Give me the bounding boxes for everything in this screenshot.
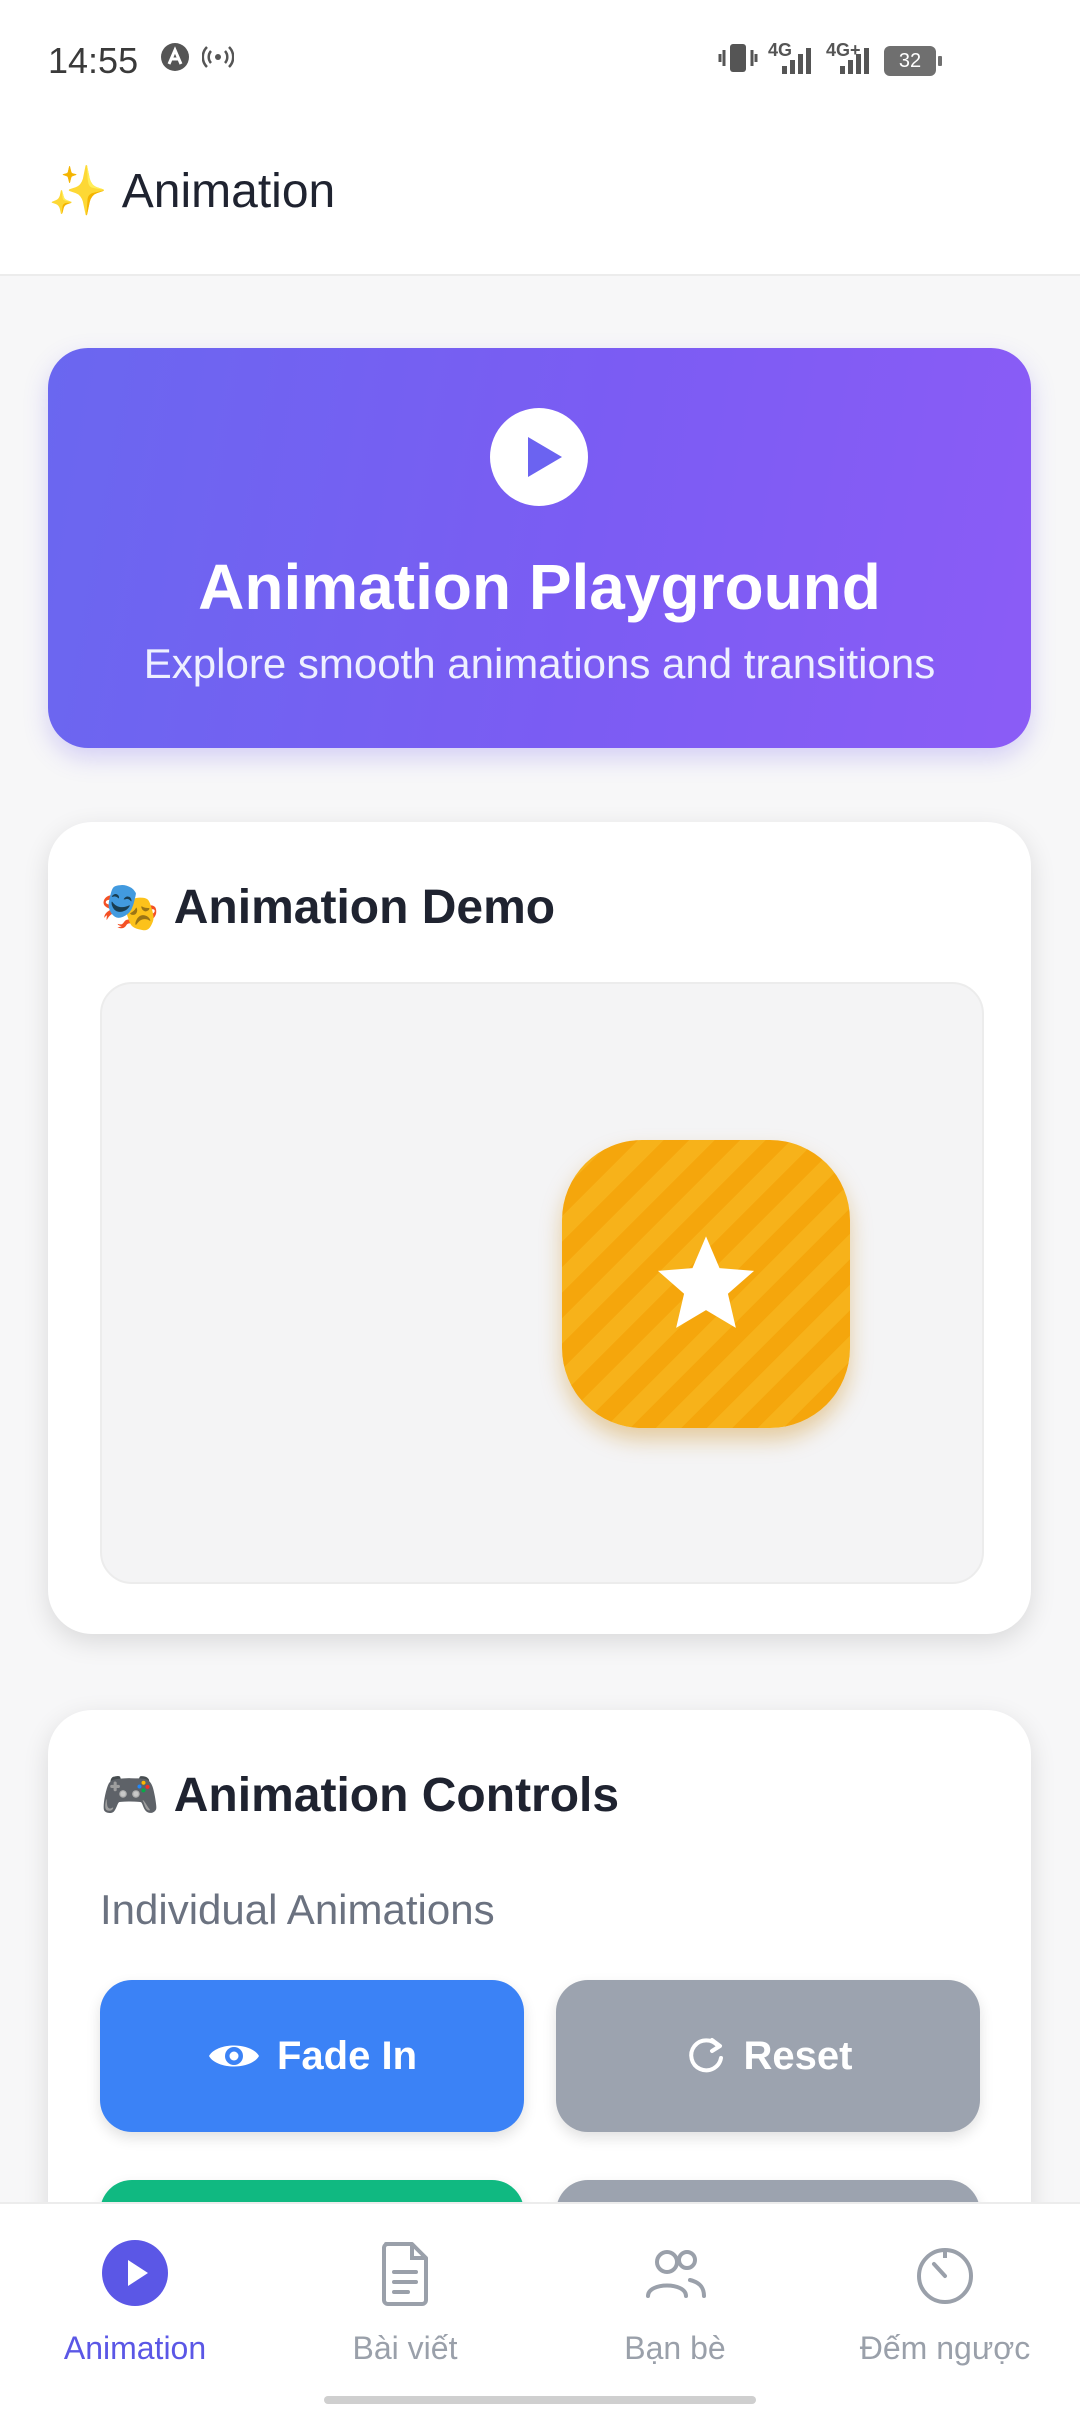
demo-stage: [100, 982, 984, 1584]
signal-2-label: 4G+: [826, 40, 861, 60]
nav-item-countdown[interactable]: Đếm ngược: [810, 2238, 1080, 2367]
nav-item-posts[interactable]: Bài viết: [270, 2238, 540, 2367]
friends-icon: [646, 2250, 706, 2298]
home-indicator[interactable]: [324, 2396, 756, 2404]
signal-2-icon: 4G+: [826, 40, 874, 84]
nav-label-countdown: Đếm ngược: [859, 2330, 1031, 2366]
status-time: 14:55: [48, 40, 139, 81]
app-bar: ✨ Animation: [0, 120, 1080, 276]
bottom-navigation: Animation Bài viết Bạn bè Đếm ngược: [0, 2202, 1080, 2410]
reset-button[interactable]: Reset: [556, 1980, 980, 2132]
hotspot-icon: [201, 42, 235, 80]
play-icon: [490, 408, 588, 506]
reset-label: Reset: [743, 2033, 853, 2078]
fade-in-button[interactable]: Fade In: [100, 1980, 524, 2132]
battery-icon: 32: [884, 46, 942, 76]
document-icon: [382, 2242, 428, 2306]
play-circle-icon: [102, 2240, 168, 2306]
refresh-icon: [688, 2038, 723, 2073]
eye-icon: [208, 2045, 259, 2067]
hero-banner: Animation Playground Explore smooth anim…: [48, 348, 1031, 748]
nav-label-posts: Bài viết: [352, 2330, 458, 2366]
game-controller-icon: 🎮: [100, 1769, 160, 1822]
theater-masks-icon: 🎭: [100, 881, 160, 934]
status-bar: 14:55 4G 4G+ 32: [0, 0, 1080, 120]
nav-item-friends[interactable]: Bạn bè: [540, 2238, 810, 2367]
animated-star-tile[interactable]: [562, 1140, 850, 1428]
signal-1-label: 4G: [768, 40, 793, 60]
animation-demo-title-text: Animation Demo: [173, 881, 556, 934]
animation-demo-card: 🎭 Animation Demo: [48, 822, 1031, 1634]
fade-in-label: Fade In: [276, 2033, 418, 2078]
animation-controls-title-text: Animation Controls: [173, 1769, 620, 1822]
hero-subtitle: Explore smooth animations and transition…: [143, 640, 936, 687]
page-title-text: Animation: [121, 165, 336, 218]
page-title: ✨ Animation: [48, 162, 335, 219]
timer-icon: [917, 2248, 973, 2304]
vibrate-icon: [718, 42, 758, 82]
nav-label-friends: Bạn bè: [624, 2330, 726, 2366]
hero-title: Animation Playground: [198, 551, 881, 623]
animation-demo-title: 🎭 Animation Demo: [100, 878, 555, 935]
nav-label-animation: Animation: [63, 2330, 207, 2366]
app-notification-icon: [160, 42, 190, 80]
sparkles-icon: ✨: [48, 165, 108, 218]
signal-1-icon: 4G: [768, 40, 816, 84]
section-label: Individual Animations: [100, 1886, 495, 1933]
nav-item-animation[interactable]: Animation: [0, 2238, 270, 2367]
animation-controls-title: 🎮 Animation Controls: [100, 1766, 619, 1823]
star-icon: [657, 1236, 755, 1328]
